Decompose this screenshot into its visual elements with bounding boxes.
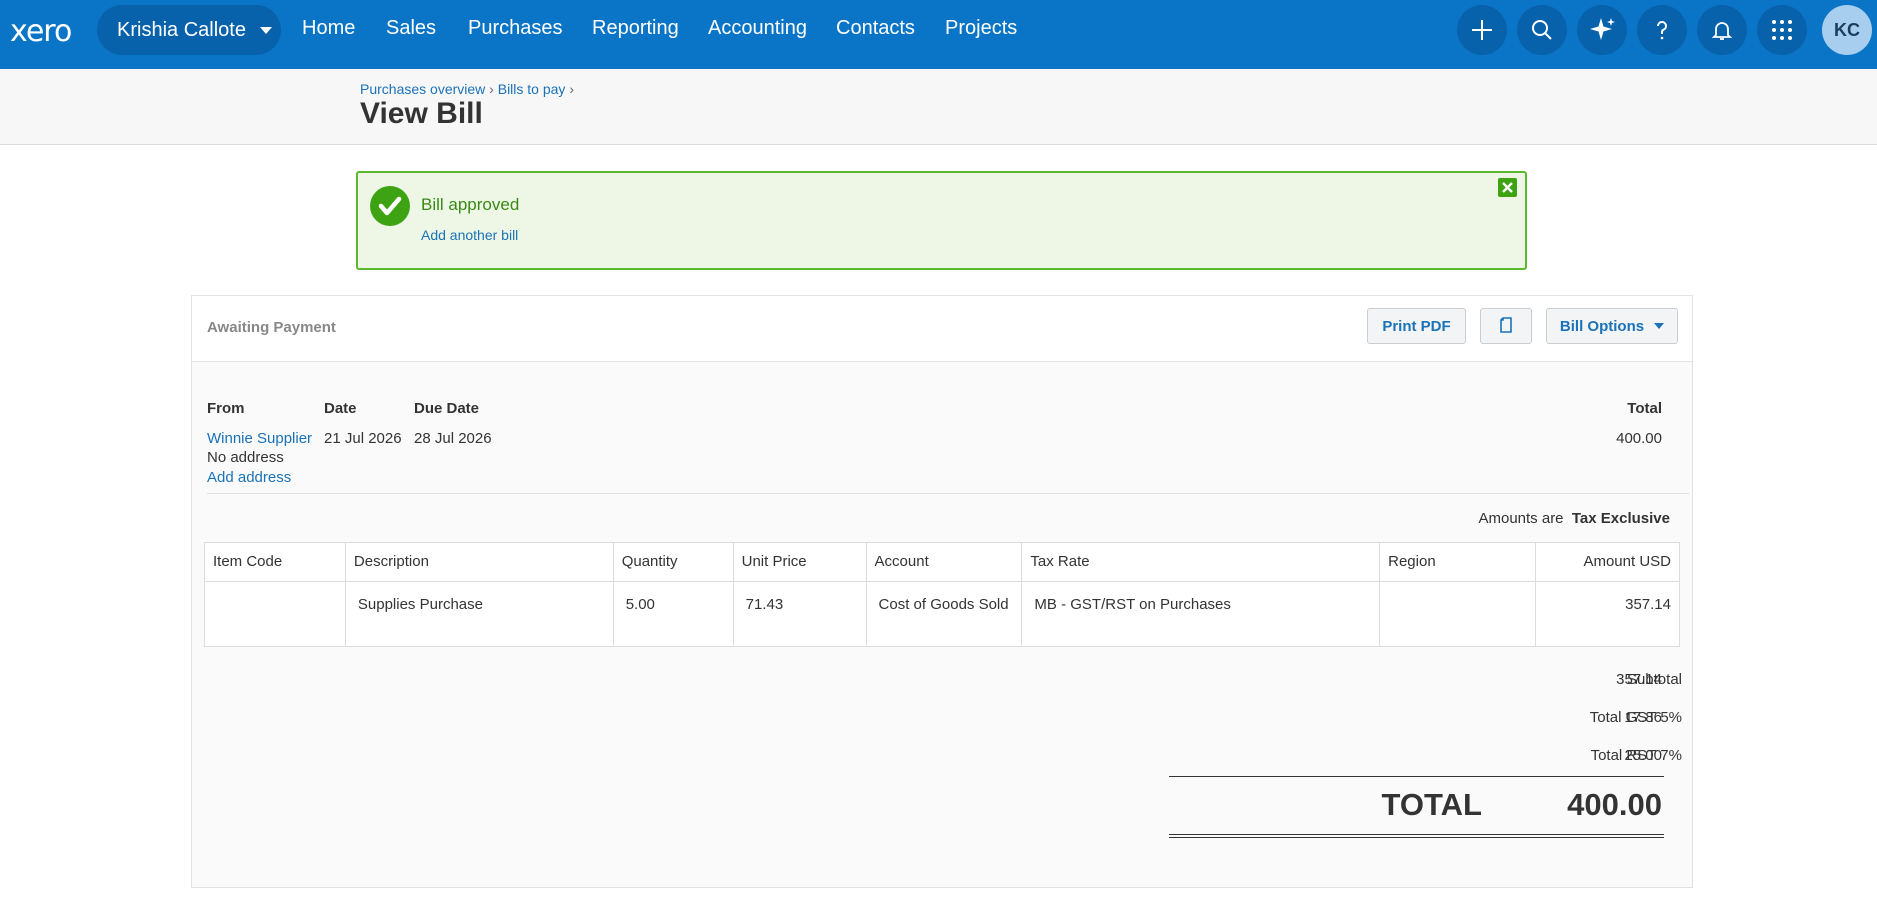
column-header: Tax Rate xyxy=(1021,542,1381,582)
date-label: Date xyxy=(324,400,357,417)
column-header: Amount USD xyxy=(1535,542,1680,582)
column-header: Item Code xyxy=(204,542,346,582)
subtotal-value: 357.14 xyxy=(1616,671,1662,688)
grand-total-value: 400.00 xyxy=(1567,787,1662,822)
organisation-name: Krishia Callote xyxy=(117,18,246,41)
bill-due-date: 28 Jul 2026 xyxy=(414,430,492,447)
create-new-button[interactable] xyxy=(1457,5,1507,55)
user-avatar[interactable]: KC xyxy=(1822,5,1872,55)
copy-button[interactable] xyxy=(1480,308,1532,344)
add-another-bill-link[interactable]: Add another bill xyxy=(421,227,518,243)
column-header: Unit Price xyxy=(732,542,867,582)
organisation-switcher[interactable]: Krishia Callote xyxy=(97,5,281,55)
chevron-down-icon xyxy=(259,26,272,34)
nav-projects[interactable]: Projects xyxy=(945,17,1017,40)
search-button[interactable] xyxy=(1517,5,1567,55)
bell-icon xyxy=(1711,22,1733,40)
plus-icon xyxy=(1472,20,1492,40)
print-pdf-button[interactable]: Print PDF xyxy=(1367,308,1466,344)
column-header: Region xyxy=(1379,542,1537,582)
due-date-label: Due Date xyxy=(414,400,480,417)
breadcrumb-bills-to-pay[interactable]: Bills to pay xyxy=(498,81,566,97)
breadcrumb-separator: › xyxy=(489,81,494,97)
top-navigation: xero Krishia Callote Home Sales Purchase… xyxy=(0,0,1877,69)
description-cell: Supplies Purchase xyxy=(344,581,614,647)
total-label: Total xyxy=(1627,400,1662,417)
sparkle-icon xyxy=(1590,18,1615,40)
amounts-are-label: Amounts are xyxy=(1478,510,1564,527)
bill-panel: Awaiting Payment Print PDF Bill Options … xyxy=(191,295,1693,888)
add-address-link[interactable]: Add address xyxy=(207,469,291,486)
grid-icon xyxy=(1772,20,1792,40)
rst-value: 25.00 xyxy=(1624,747,1662,764)
amount-cell: 357.14 xyxy=(1535,581,1680,647)
supplier-address: No address xyxy=(207,449,284,466)
breadcrumb: Purchases overview › Bills to pay › xyxy=(360,81,574,97)
chevron-down-icon xyxy=(1654,323,1665,329)
nav-home[interactable]: Home xyxy=(302,17,355,40)
bill-options-label: Bill Options xyxy=(1559,317,1645,335)
close-icon[interactable] xyxy=(1498,178,1517,197)
apps-button[interactable] xyxy=(1757,5,1807,55)
bill-status: Awaiting Payment xyxy=(207,319,336,336)
unit-price-cell: 71.43 xyxy=(732,581,867,647)
question-icon xyxy=(1657,21,1667,40)
search-icon xyxy=(1532,20,1552,40)
bill-total: 400.00 xyxy=(1616,430,1662,447)
page-title: View Bill xyxy=(360,97,483,130)
nav-accounting[interactable]: Accounting xyxy=(708,17,807,40)
total-divider xyxy=(1169,776,1664,777)
quantity-cell: 5.00 xyxy=(612,581,734,647)
bill-toolbar: Awaiting Payment Print PDF Bill Options xyxy=(192,296,1692,362)
supplier-link[interactable]: Winnie Supplier xyxy=(207,430,312,447)
xero-logo[interactable]: xero xyxy=(10,14,72,49)
column-header: Quantity xyxy=(612,542,734,582)
column-header: Account xyxy=(865,542,1023,582)
tax-mode: Amounts are Tax Exclusive xyxy=(1292,510,1670,527)
bill-date: 21 Jul 2026 xyxy=(324,430,402,447)
divider xyxy=(207,493,1689,494)
page-header: Purchases overview › Bills to pay › View… xyxy=(0,69,1877,145)
total-double-divider xyxy=(1169,834,1664,838)
success-banner: Bill approved Add another bill xyxy=(356,171,1527,270)
region-cell xyxy=(1379,581,1537,647)
success-message: Bill approved xyxy=(421,195,520,214)
nav-sales[interactable]: Sales xyxy=(386,17,436,40)
nav-contacts[interactable]: Contacts xyxy=(836,17,915,40)
breadcrumb-separator: › xyxy=(569,81,574,97)
line-items-table: Item Code Description Quantity Unit Pric… xyxy=(204,542,1680,647)
column-header: Description xyxy=(344,542,614,582)
copy-icon xyxy=(1500,317,1512,333)
item-code-cell xyxy=(204,581,346,647)
table-row: Supplies Purchase 5.00 71.43 Cost of Goo… xyxy=(204,581,1680,647)
ai-assistant-button[interactable] xyxy=(1577,5,1627,55)
breadcrumb-purchases-overview[interactable]: Purchases overview xyxy=(360,81,485,97)
account-cell: Cost of Goods Sold xyxy=(865,581,1023,647)
tax-mode-value[interactable]: Tax Exclusive xyxy=(1572,510,1670,527)
nav-purchases[interactable]: Purchases xyxy=(468,17,563,40)
tax-rate-cell: MB - GST/RST on Purchases xyxy=(1021,581,1381,647)
help-button[interactable] xyxy=(1637,5,1687,55)
bill-options-button[interactable]: Bill Options xyxy=(1546,308,1678,344)
from-label: From xyxy=(207,400,245,417)
check-icon xyxy=(370,186,410,226)
table-header-row: Item Code Description Quantity Unit Pric… xyxy=(204,542,1680,582)
gst-value: 17.86 xyxy=(1624,709,1662,726)
nav-reporting[interactable]: Reporting xyxy=(592,17,679,40)
notifications-button[interactable] xyxy=(1697,5,1747,55)
